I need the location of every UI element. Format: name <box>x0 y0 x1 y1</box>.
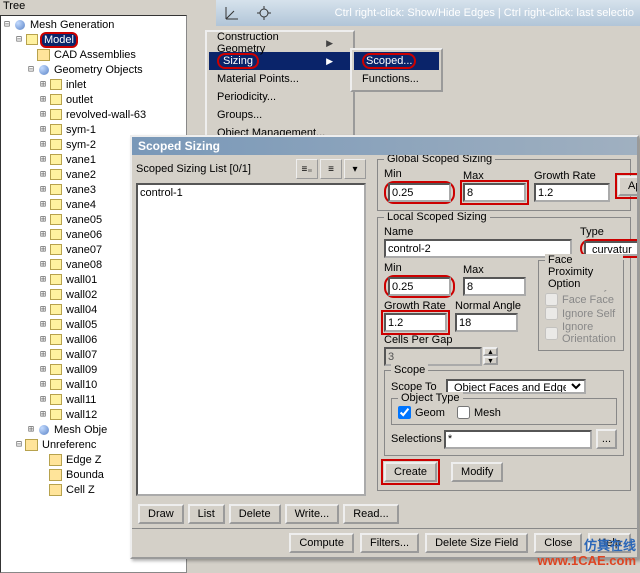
item-icon <box>49 378 62 391</box>
read-button[interactable]: Read... <box>343 504 398 524</box>
tree-model[interactable]: ⊟ Model <box>1 32 186 47</box>
item-icon <box>49 153 62 166</box>
tree-item[interactable]: ⊞revolved-wall-63 <box>1 107 186 122</box>
brand-watermark: 仿真在线 www.1CAE.com <box>538 538 636 569</box>
view-icon[interactable] <box>254 3 274 23</box>
globe-icon <box>13 18 26 31</box>
cpg-up-button[interactable]: ▲ <box>483 347 498 356</box>
scope-to-select[interactable]: Object Faces and Edges <box>446 379 586 394</box>
item-icon <box>49 183 62 196</box>
model-icon <box>25 33 38 46</box>
context-submenu: Scoped... Functions... <box>350 48 443 92</box>
submenu-scoped[interactable]: Scoped... <box>354 52 439 70</box>
modify-button[interactable]: Modify <box>451 462 503 482</box>
dialog-title: Scoped Sizing <box>138 139 220 153</box>
local-name-input[interactable] <box>384 239 572 258</box>
menu-material-points[interactable]: Material Points... <box>209 70 351 88</box>
scope-group: Scope Scope To Object Faces and Edges Ob… <box>384 370 624 456</box>
global-min-input[interactable] <box>388 183 451 202</box>
local-max-input[interactable] <box>463 277 526 296</box>
folder-icon <box>49 483 62 496</box>
apply-button[interactable]: Apply <box>618 176 637 196</box>
item-icon <box>49 123 62 136</box>
object-type-group: Object Type Geom Mesh <box>391 398 617 425</box>
delete-size-field-button[interactable]: Delete Size Field <box>425 533 528 553</box>
global-scoped-sizing-group: Global Scoped Sizing Min Max Growth Rate… <box>377 159 631 211</box>
submenu-functions[interactable]: Functions... <box>354 70 439 88</box>
item-icon <box>49 393 62 406</box>
cpg-down-button[interactable]: ▼ <box>483 356 498 365</box>
item-icon <box>49 228 62 241</box>
dialog-bottom-buttons: Draw List Delete Write... Read... <box>132 500 637 528</box>
tree-item[interactable]: ⊞inlet <box>1 77 186 92</box>
menu-construction-geometry[interactable]: Construction Geometry▶ <box>209 34 351 52</box>
ignore-self-checkbox <box>545 307 558 320</box>
item-icon <box>49 93 62 106</box>
dialog-titlebar: Scoped Sizing <box>132 137 637 155</box>
delete-button[interactable]: Delete <box>229 504 281 524</box>
item-icon <box>49 303 62 316</box>
sizing-list-label: Scoped Sizing List [0/1] <box>136 163 294 175</box>
geom-icon <box>37 63 50 76</box>
tree-root[interactable]: ⊟ Mesh Generation <box>1 17 186 32</box>
tree-item[interactable]: ⊞outlet <box>1 92 186 107</box>
item-icon <box>49 138 62 151</box>
tree-cad[interactable]: CAD Assemblies <box>1 47 186 62</box>
face-proximity-group: Face Proximity Option Face Boundary Face… <box>538 260 624 351</box>
item-icon <box>49 318 62 331</box>
compute-button[interactable]: Compute <box>289 533 354 553</box>
sizing-list[interactable]: control-1 <box>136 183 366 496</box>
folder-icon <box>25 438 38 451</box>
local-normal-angle-input[interactable] <box>455 313 518 332</box>
item-icon <box>49 78 62 91</box>
item-icon <box>49 243 62 256</box>
submenu-arrow-icon: ▶ <box>326 38 333 49</box>
tree-geom[interactable]: ⊟ Geometry Objects <box>1 62 186 77</box>
item-icon <box>49 213 62 226</box>
local-scoped-sizing-group: Local Scoped Sizing Name Type curvature … <box>377 217 631 491</box>
item-icon <box>49 288 62 301</box>
item-icon <box>49 168 62 181</box>
tree-panel-label: Tree <box>0 0 28 13</box>
mesh-checkbox[interactable] <box>457 406 470 419</box>
mesh-icon <box>37 423 50 436</box>
item-icon <box>49 198 62 211</box>
item-icon <box>49 363 62 376</box>
create-button[interactable]: Create <box>384 462 437 482</box>
toolbar-hint: Ctrl right-click: Show/Hide Edges | Ctrl… <box>335 7 640 19</box>
local-min-input[interactable] <box>388 277 451 296</box>
write-button[interactable]: Write... <box>285 504 340 524</box>
tree-model-label: Model <box>40 32 78 48</box>
list-clear-button[interactable]: ≡ <box>320 159 342 179</box>
axis-icon[interactable] <box>222 3 242 23</box>
top-toolbar: Ctrl right-click: Show/Hide Edges | Ctrl… <box>216 0 640 26</box>
ignore-orientation-checkbox <box>545 327 558 340</box>
item-icon <box>49 348 62 361</box>
filters-button[interactable]: Filters... <box>360 533 419 553</box>
item-icon <box>49 408 62 421</box>
local-growth-rate-input[interactable] <box>384 313 447 332</box>
item-icon <box>49 273 62 286</box>
list-item[interactable]: control-1 <box>140 187 362 199</box>
global-growth-rate-input[interactable] <box>534 183 610 202</box>
face-face-checkbox <box>545 293 558 306</box>
list-select-all-button[interactable]: ≡₌ <box>296 159 318 179</box>
selections-browse-button[interactable]: ... <box>596 429 617 449</box>
menu-periodicity[interactable]: Periodicity... <box>209 88 351 106</box>
list-filter-button[interactable]: ▾ <box>344 159 366 179</box>
folder-icon <box>49 468 62 481</box>
list-button[interactable]: List <box>188 504 225 524</box>
global-max-input[interactable] <box>463 183 526 202</box>
selections-input[interactable] <box>444 430 592 449</box>
folder-icon <box>49 453 62 466</box>
item-icon <box>49 108 62 121</box>
item-icon <box>49 333 62 346</box>
menu-groups[interactable]: Groups... <box>209 106 351 124</box>
folder-icon <box>37 48 50 61</box>
scoped-sizing-dialog: Scoped Sizing Scoped Sizing List [0/1] ≡… <box>130 135 639 559</box>
submenu-arrow-icon: ▶ <box>326 56 333 67</box>
geom-checkbox[interactable] <box>398 406 411 419</box>
item-icon <box>49 258 62 271</box>
draw-button[interactable]: Draw <box>138 504 184 524</box>
